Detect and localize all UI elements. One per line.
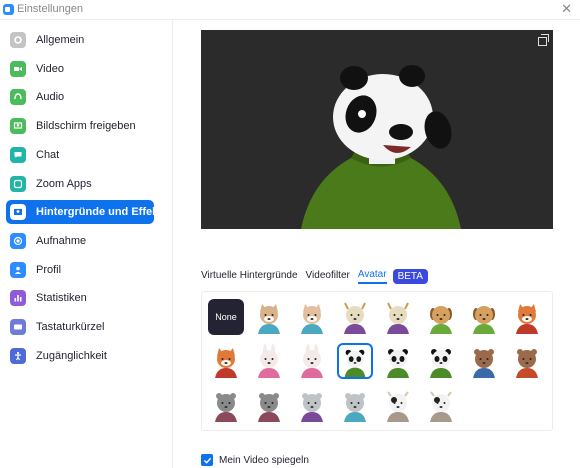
sidebar-item-label: Video [36, 62, 64, 75]
avatar-cat-option[interactable] [251, 299, 287, 335]
avatar-dog-option[interactable] [466, 299, 502, 335]
avatar-koala-option[interactable] [337, 387, 373, 423]
sidebar-item-statistiken[interactable]: Statistiken [6, 286, 154, 310]
sidebar-item-tastaturkürzel[interactable]: Tastaturkürzel [6, 315, 154, 339]
avatar-raccoon-option[interactable] [208, 387, 244, 423]
sidebar-item-allgemein[interactable]: Allgemein [6, 28, 154, 52]
gear-icon [10, 32, 26, 48]
video-preview [201, 30, 553, 229]
avatar-fox-option[interactable] [208, 343, 244, 379]
sidebar-item-bildschirm-freigeben[interactable]: Bildschirm freigeben [6, 114, 154, 138]
sidebar-item-video[interactable]: Video [6, 57, 154, 81]
share-screen-icon [10, 118, 26, 135]
sidebar-item-label: Chat [36, 148, 60, 161]
profile-icon [10, 261, 26, 278]
sidebar-item-label: Tastaturkürzel [36, 321, 105, 333]
video-icon [10, 60, 26, 77]
avatar-goat-option[interactable] [380, 299, 416, 335]
title-bar: Einstellungen ✕ [0, 0, 580, 20]
beta-badge: BETA [392, 268, 428, 284]
sidebar-item-label: Bildschirm freigeben [36, 120, 136, 133]
tab-video-filters[interactable]: Videofilter [306, 270, 350, 283]
avatar-panda-option[interactable] [337, 343, 373, 379]
settings-window: Einstellungen ✕ Allgemein Video Audio Bilds… [0, 0, 580, 468]
avatar-rabbit-option[interactable] [251, 343, 287, 379]
sidebar-item-profil[interactable]: Profil [6, 258, 154, 282]
avatar-none-option[interactable]: None [208, 299, 244, 335]
window-title: Einstellungen [17, 3, 84, 15]
avatar-dog-option[interactable] [423, 299, 459, 335]
checkmark-icon [203, 457, 211, 464]
avatar-bear-option[interactable] [466, 343, 502, 379]
chat-icon [10, 146, 26, 163]
avatar-raccoon-option[interactable] [251, 387, 287, 423]
sidebar-item-label: Profil [36, 263, 62, 276]
sidebar-item-zugänglichkeit[interactable]: Zugänglichkeit [6, 344, 154, 368]
avatar-fox-option[interactable] [509, 299, 545, 335]
settings-sidebar: Allgemein Video Audio Bildschirm freigeben C… [0, 20, 173, 468]
mirror-video-checkbox[interactable] [201, 454, 213, 466]
statistics-icon [10, 290, 26, 307]
mirror-video-option: Mein Video spiegeln [201, 454, 309, 466]
avatar-grid: None [201, 291, 553, 431]
tab-avatar[interactable]: Avatar [357, 269, 387, 284]
avatar-cow-option[interactable] [423, 387, 459, 423]
sidebar-item-hintergründe-und-effekte[interactable]: Hintergründe und Effekte [6, 200, 168, 225]
sidebar-item-label: Hintergründe und Effekte [36, 206, 169, 219]
sidebar-item-aufnahme[interactable]: Aufnahme [6, 229, 154, 253]
background-icon [10, 204, 26, 221]
mirror-video-label: Mein Video spiegeln [219, 454, 309, 466]
accessibility-icon [10, 347, 26, 364]
tab-virtual-backgrounds[interactable]: Virtuelle Hintergründe [201, 270, 298, 283]
apps-icon [10, 175, 26, 192]
avatar-goat-option[interactable] [337, 299, 373, 335]
avatar-cat-option[interactable] [294, 299, 330, 335]
sidebar-item-chat[interactable]: Chat [6, 143, 154, 167]
zoom-app-icon [3, 4, 14, 15]
sidebar-item-label: Allgemein [36, 34, 85, 46]
close-icon[interactable]: ✕ [561, 1, 572, 17]
keyboard-icon [10, 319, 26, 335]
sidebar-item-label: Aufnahme [36, 234, 87, 247]
avatar-rabbit-option[interactable] [294, 343, 330, 379]
avatar-panda-option[interactable] [380, 343, 416, 379]
sidebar-item-label: Zugänglichkeit [36, 349, 107, 362]
sidebar-item-zoom-apps[interactable]: Zoom Apps [6, 172, 154, 196]
avatar-bear-option[interactable] [509, 343, 545, 379]
background-tabs: Virtuelle Hintergründe Videofilter Avata… [201, 266, 428, 286]
popout-icon[interactable] [538, 34, 549, 46]
avatar-koala-option[interactable] [294, 387, 330, 423]
sidebar-item-audio[interactable]: Audio [6, 85, 154, 109]
avatar-panda-option[interactable] [423, 343, 459, 379]
panda-avatar-preview [201, 30, 553, 229]
sidebar-item-label: Statistiken [36, 292, 87, 305]
avatar-cow-option[interactable] [380, 387, 416, 423]
record-icon [10, 232, 26, 249]
headphones-icon [10, 89, 26, 106]
sidebar-item-label: Audio [36, 91, 65, 104]
sidebar-item-label: Zoom Apps [36, 177, 92, 190]
